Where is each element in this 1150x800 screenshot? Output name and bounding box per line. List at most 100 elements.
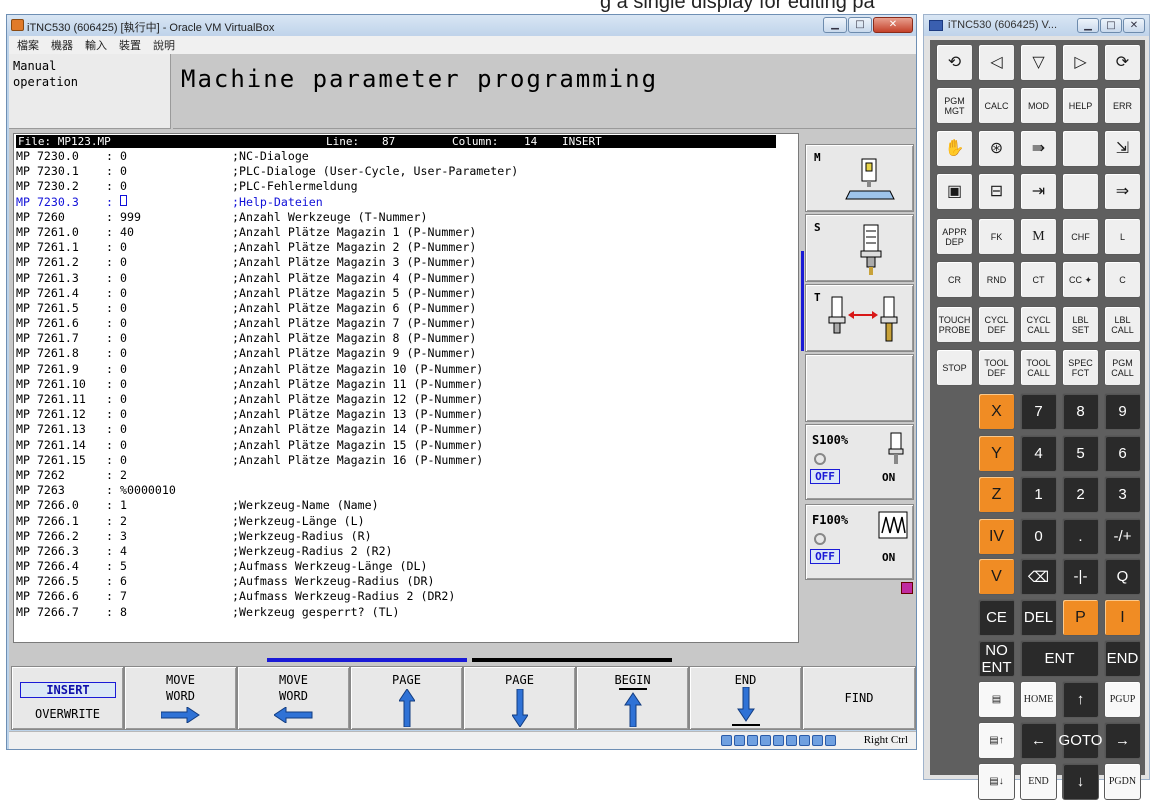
menu-devices[interactable]: 裝置	[119, 37, 141, 53]
arrow-down-key[interactable]: ▽	[1020, 44, 1057, 81]
end-softkey[interactable]: END	[689, 666, 802, 730]
maximize-button[interactable]: □	[848, 17, 872, 33]
arrow-right-key[interactable]: ▷	[1062, 44, 1099, 81]
parameter-line[interactable]: MP 7266.1:2 ;Werkzeug-Länge (L)	[16, 514, 796, 529]
parameter-line[interactable]: MP 7261.4:0 ;Anzahl Plätze Magazin 5 (P-N…	[16, 286, 796, 301]
parameter-line[interactable]: MP 7261.14:0 ;Anzahl Plätze Magazin 15 (P…	[16, 438, 796, 453]
pgdn-key[interactable]: PGDN	[1104, 763, 1141, 800]
keypad-minimize-button[interactable]: ▁	[1077, 18, 1099, 33]
blank-key[interactable]	[1062, 130, 1099, 167]
line-key[interactable]: L	[1104, 218, 1141, 255]
m-key[interactable]: M	[1020, 218, 1057, 255]
parameter-line[interactable]: MP 7266.5:6 ;Aufmass Werkzeug-Radius (DR)	[16, 574, 796, 589]
parameter-line[interactable]: MP 7261.1:0 ;Anzahl Plätze Magazin 2 (P-N…	[16, 240, 796, 255]
cycl-def-key[interactable]: CYCL DEF	[978, 306, 1015, 343]
overwrite-option[interactable]: OVERWRITE	[12, 707, 123, 721]
parameter-line[interactable]: MP 7261.0:40 ;Anzahl Plätze Magazin 1 (P-…	[16, 225, 796, 240]
digit-9-key[interactable]: 9	[1104, 393, 1141, 430]
decimal-key[interactable]: .	[1062, 518, 1099, 555]
softkey-m[interactable]: M	[805, 144, 914, 212]
rotate-left-key[interactable]: ⟲	[936, 44, 973, 81]
insert-overwrite-softkey[interactable]: INSERT OVERWRITE	[11, 666, 124, 730]
spindle-on-button[interactable]: ON	[882, 471, 895, 484]
page-down-softkey[interactable]: PAGE	[463, 666, 576, 730]
keypad-maximize-button[interactable]: □	[1100, 18, 1122, 33]
keypad-close-button[interactable]: ✕	[1123, 18, 1145, 33]
parameter-line[interactable]: MP 7266.2:3 ;Werkzeug-Radius (R)	[16, 529, 796, 544]
parameter-line[interactable]: MP 7261.11:0 ;Anzahl Plätze Magazin 12 (P…	[16, 392, 796, 407]
parameter-line[interactable]: MP 7261.3:0 ;Anzahl Plätze Magazin 4 (P-N…	[16, 271, 796, 286]
feed-on-button[interactable]: ON	[882, 551, 895, 564]
spec-fct-key[interactable]: SPEC FCT	[1062, 349, 1099, 386]
feed-override[interactable]: F100% OFF ON	[805, 504, 914, 580]
i-key[interactable]: I	[1104, 599, 1141, 636]
backspace-key[interactable]: ⌫	[1020, 558, 1057, 595]
menu-input[interactable]: 輸入	[85, 37, 107, 53]
recording-icon[interactable]	[799, 735, 810, 746]
program-run-single-key[interactable]: ▣	[936, 173, 973, 210]
parameter-line[interactable]: MP 7266.3:4 ;Werkzeug-Radius 2 (R2)	[16, 544, 796, 559]
mouse-integration-icon[interactable]	[825, 735, 836, 746]
page-icon-key[interactable]: ▤	[978, 681, 1015, 718]
rnd-key[interactable]: RND	[978, 261, 1015, 298]
optical-icon[interactable]	[734, 735, 745, 746]
touch-probe-key[interactable]: TOUCH PROBE	[936, 306, 973, 343]
blank-key-2[interactable]	[1062, 173, 1099, 210]
fk-key[interactable]: FK	[978, 218, 1015, 255]
parameter-line[interactable]: MP 7266.0:1 ;Werkzeug-Name (Name)	[16, 498, 796, 513]
ce-key[interactable]: CE	[978, 599, 1015, 636]
parameter-line[interactable]: MP 7263: %0000010	[16, 483, 796, 498]
rotate-right-key[interactable]: ⟳	[1104, 44, 1141, 81]
pgm-call-key[interactable]: PGM CALL	[1104, 349, 1141, 386]
softkey-s[interactable]: S	[805, 214, 914, 282]
parameter-line[interactable]: MP 7266.7:8 ;Werkzeug gesperrt? (TL)	[16, 605, 796, 620]
sign-key[interactable]: -/+	[1104, 518, 1141, 555]
ent-key[interactable]: ENT	[1020, 640, 1099, 677]
softkey-t[interactable]: T	[805, 284, 914, 352]
parameter-line[interactable]: MP 7266.6:7 ;Aufmass Werkzeug-Radius 2 (D…	[16, 589, 796, 604]
digit-3-key[interactable]: 3	[1104, 476, 1141, 513]
shared-folder-icon[interactable]	[760, 735, 771, 746]
cursor-left-key[interactable]: ←	[1020, 722, 1057, 759]
page-up-softkey[interactable]: PAGE	[350, 666, 463, 730]
p-key[interactable]: P	[1062, 599, 1099, 636]
parameter-line[interactable]: MP 7261.15:0 ;Anzahl Plätze Magazin 16 (P…	[16, 453, 796, 468]
err-key[interactable]: ERR	[1104, 87, 1141, 124]
cursor-down-key[interactable]: ↓	[1062, 763, 1099, 800]
digit-2-key[interactable]: 2	[1062, 476, 1099, 513]
move-word-right-softkey[interactable]: MOVE WORD	[124, 666, 237, 730]
goto-key[interactable]: GOTO	[1059, 722, 1102, 759]
spindle-off-button[interactable]: OFF	[810, 469, 840, 484]
cpu-icon[interactable]	[812, 735, 823, 746]
end-nav-key[interactable]: END	[1020, 763, 1057, 800]
close-button[interactable]: ✕	[873, 17, 913, 33]
tool-call-key[interactable]: TOOL CALL	[1020, 349, 1057, 386]
help-key[interactable]: HELP	[1062, 87, 1099, 124]
cycl-call-key[interactable]: CYCL CALL	[1020, 306, 1057, 343]
program-run-full-key[interactable]: ⊟	[978, 173, 1015, 210]
softkey-blank[interactable]	[805, 354, 914, 422]
parameter-line[interactable]: MP 7260:999 ;Anzahl Werkzeuge (T-Nummer)	[16, 210, 796, 225]
del-key[interactable]: DEL	[1020, 599, 1057, 636]
stop-key[interactable]: STOP	[936, 349, 973, 386]
menu-file[interactable]: 檔案	[17, 37, 39, 53]
appr-dep-key[interactable]: APPR DEP	[936, 218, 973, 255]
positioning-key[interactable]: ⇛	[1020, 130, 1057, 167]
smart-key[interactable]: ⇒	[1104, 173, 1141, 210]
insert-option[interactable]: INSERT	[20, 682, 116, 698]
parameter-line[interactable]: MP 7261.9:0 ;Anzahl Plätze Magazin 10 (P-…	[16, 362, 796, 377]
programming-key[interactable]: ⇥	[1020, 173, 1057, 210]
softkey-down-key[interactable]: ▤↓	[978, 763, 1015, 800]
parameter-line[interactable]: MP 7266.4:5 ;Aufmass Werkzeug-Länge (DL)	[16, 559, 796, 574]
parameter-line[interactable]: MP 7261.6:0 ;Anzahl Plätze Magazin 7 (P-N…	[16, 316, 796, 331]
parameter-editor[interactable]: File: MP123.MP Line: 87 Column: 14 INSER…	[13, 133, 799, 643]
axis-v-key[interactable]: V	[978, 558, 1015, 595]
parameter-line[interactable]: MP 7261.13:0 ;Anzahl Plätze Magazin 14 (P…	[16, 422, 796, 437]
arrow-left-key[interactable]: ◁	[978, 44, 1015, 81]
end-key[interactable]: END	[1104, 640, 1141, 677]
axis-z-key[interactable]: Z	[978, 476, 1015, 513]
menu-machine[interactable]: 機器	[51, 37, 73, 53]
cursor-right-key[interactable]: →	[1104, 722, 1141, 759]
no-ent-key[interactable]: NO ENT	[978, 640, 1015, 677]
manual-mode-key[interactable]: ✋	[936, 130, 973, 167]
